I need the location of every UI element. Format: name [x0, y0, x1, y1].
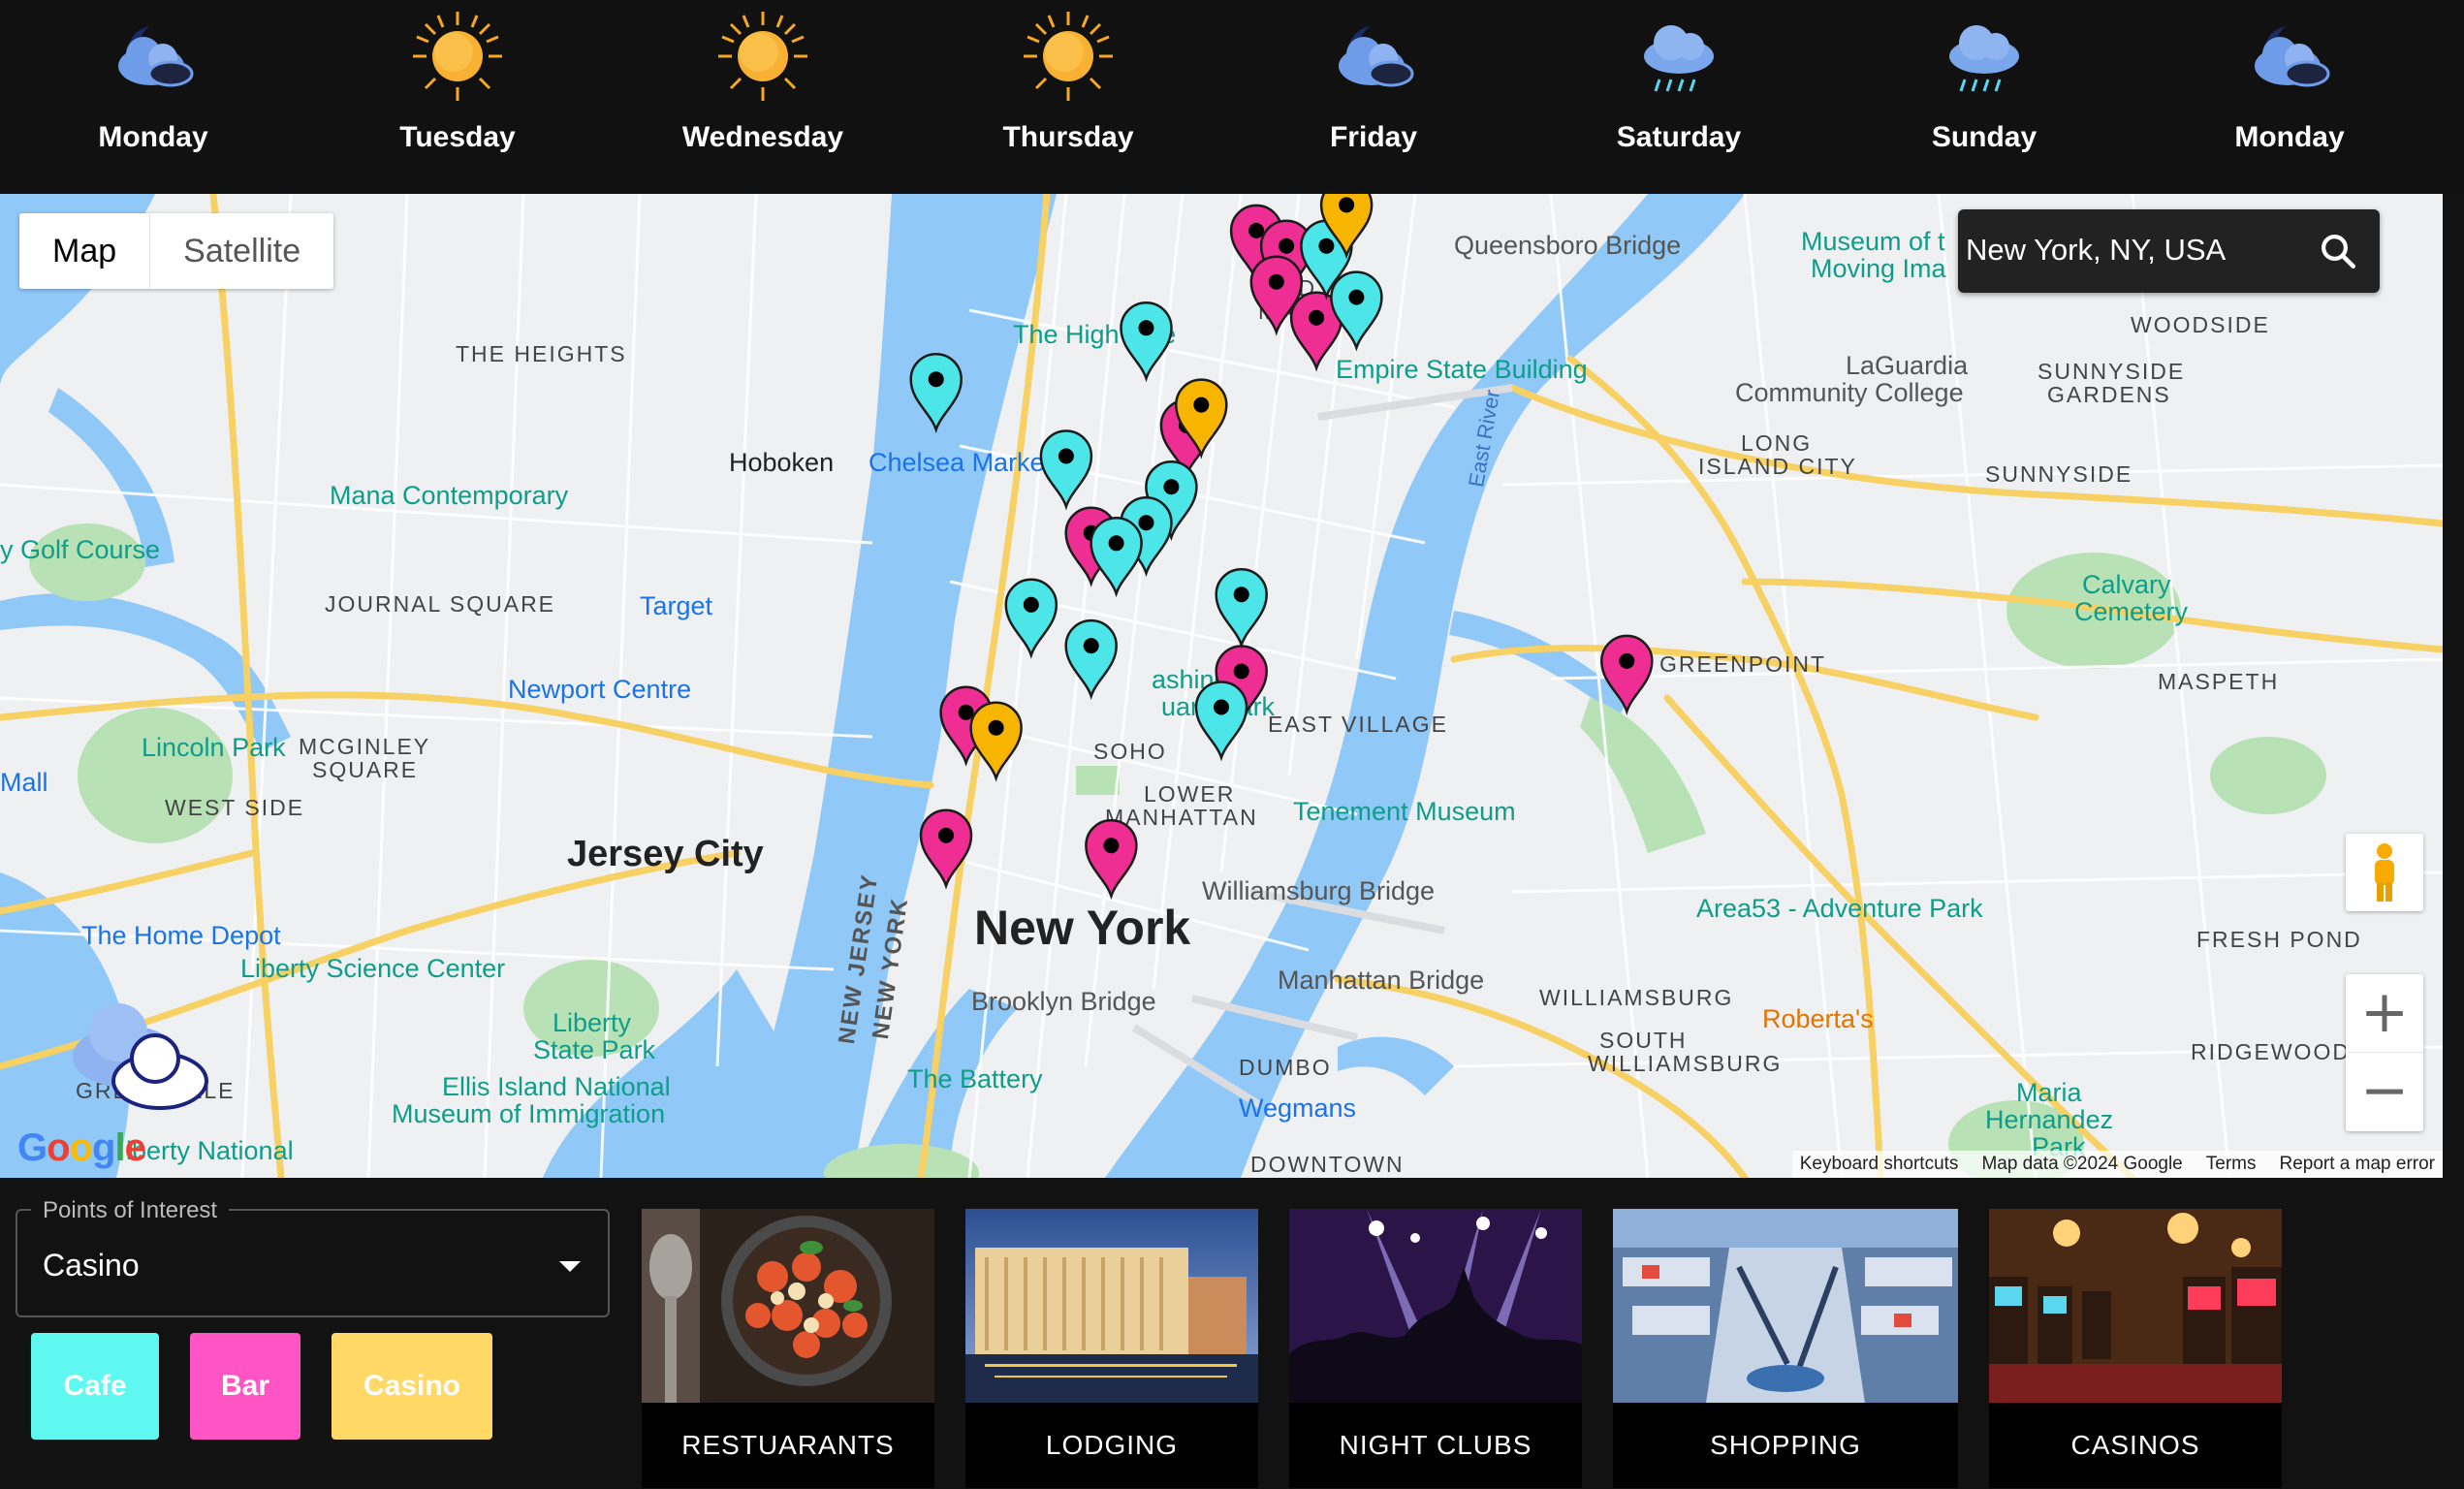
forecast-day: Monday [2164, 0, 2416, 194]
select-label: Points of Interest [31, 1197, 230, 1224]
cloudy-weather-icon [73, 1003, 208, 1110]
zoom-control: + − [2346, 974, 2423, 1131]
shopping-mall-image [1613, 1209, 1958, 1403]
dropdown-caret-icon[interactable] [559, 1261, 581, 1272]
category-card-lodging[interactable]: LODGING [965, 1209, 1258, 1488]
zoom-in-button[interactable]: + [2346, 974, 2423, 1053]
report-error-link[interactable]: Report a map error [2279, 1151, 2435, 1178]
map-pin-cafe[interactable] [1215, 567, 1268, 649]
day-name: Tuesday [399, 121, 516, 153]
filter-chip-cafe[interactable]: Cafe [31, 1333, 159, 1440]
location-search-box[interactable]: New York, NY, USA [1958, 209, 2380, 293]
forecast-day: Friday [1248, 0, 1500, 194]
category-label: RESTUARANTS [681, 1430, 895, 1460]
map-data-text: Map data ©2024 Google [1981, 1154, 2183, 1174]
map-type-map-button[interactable]: Map [19, 213, 151, 289]
map-pin-bar[interactable] [1085, 818, 1138, 901]
day-name: Saturday [1616, 121, 1742, 153]
night-club-image [1289, 1209, 1582, 1403]
category-card-night-clubs[interactable]: NIGHT CLUBS [1289, 1209, 1582, 1488]
points-of-interest-select[interactable]: Points of Interest Casino [16, 1197, 610, 1317]
rain-icon [1644, 25, 1714, 92]
google-logo[interactable]: Google [17, 1126, 146, 1170]
map-pin-cafe[interactable] [1064, 618, 1118, 701]
casino-image [1989, 1209, 2282, 1403]
category-label: LODGING [1045, 1430, 1179, 1460]
day-name: Friday [1329, 121, 1418, 153]
day-name: Wednesday [681, 121, 844, 153]
category-label: NIGHT CLUBS [1339, 1430, 1532, 1460]
category-card-shopping[interactable]: SHOPPING [1613, 1209, 1958, 1488]
map-pin-cafe[interactable] [1039, 429, 1093, 511]
map-pin-cafe[interactable] [1330, 270, 1383, 352]
filter-chip-bar[interactable]: Bar [190, 1333, 300, 1440]
map-pin-bar[interactable] [919, 808, 973, 890]
bottom-panel: Points of Interest Casino Cafe Bar Casin… [0, 1178, 2464, 1489]
forecast-day: Thursday [942, 0, 1194, 194]
category-label: SHOPPING [1710, 1430, 1861, 1460]
map-pin-cafe[interactable] [909, 352, 963, 434]
category-card-restaurants[interactable]: RESTUARANTS [642, 1209, 934, 1488]
category-label: CASINOS [2070, 1430, 2200, 1460]
day-name: Sunday [1931, 121, 2038, 153]
sunny-icon [413, 12, 502, 101]
hotel-image [965, 1209, 1258, 1403]
weather-forecast-bar: Monday Tuesday Wednesday Thursday Friday [0, 0, 2464, 194]
map-pin-cafe[interactable] [1194, 681, 1248, 762]
keyboard-shortcuts-link[interactable]: Keyboard shortcuts [1800, 1151, 1959, 1178]
map-pins-layer [909, 194, 1654, 901]
select-value[interactable]: Casino [43, 1248, 140, 1283]
night-cloudy-icon [118, 23, 194, 87]
sunny-icon [1024, 12, 1113, 101]
map-pin-casino[interactable] [969, 701, 1023, 782]
day-name: Monday [2234, 121, 2345, 153]
forecast-day: Wednesday [637, 0, 889, 194]
pegman-icon [2375, 843, 2394, 902]
sunny-icon [718, 12, 807, 101]
map-pin-cafe[interactable] [1004, 578, 1058, 659]
night-cloudy-icon [1339, 23, 1414, 87]
zoom-out-button[interactable]: − [2346, 1053, 2423, 1131]
search-icon[interactable] [2318, 231, 2358, 271]
map-canvas[interactable]: New York Jersey City Hoboken THE HEIGHTS… [0, 194, 2443, 1178]
location-search-value[interactable]: New York, NY, USA [1966, 233, 2226, 268]
forecast-day: Sunday [1858, 0, 2110, 194]
map-attribution: Keyboard shortcuts Map data ©2024 Google… [1791, 1151, 2443, 1178]
terms-link[interactable]: Terms [2206, 1151, 2257, 1178]
night-cloudy-icon [2255, 23, 2330, 87]
category-card-casinos[interactable]: CASINOS [1989, 1209, 2282, 1488]
forecast-day: Saturday [1553, 0, 1805, 194]
restaurant-food-image [642, 1209, 934, 1403]
map-pin-bar[interactable] [1600, 634, 1654, 715]
map-pin-cafe[interactable] [1090, 517, 1143, 598]
forecast-day: Tuesday [332, 0, 584, 194]
forecast-day: Monday [27, 0, 279, 194]
street-view-pegman-button[interactable] [2346, 834, 2423, 911]
day-name: Monday [98, 121, 208, 153]
filter-chip-casino[interactable]: Casino [332, 1333, 492, 1440]
day-name: Thursday [1002, 121, 1134, 153]
map-type-toggle: Map Satellite [19, 213, 334, 289]
map-type-satellite-button[interactable]: Satellite [150, 213, 333, 289]
rain-icon [1949, 25, 2019, 92]
map-pin-cafe[interactable] [1120, 301, 1173, 383]
